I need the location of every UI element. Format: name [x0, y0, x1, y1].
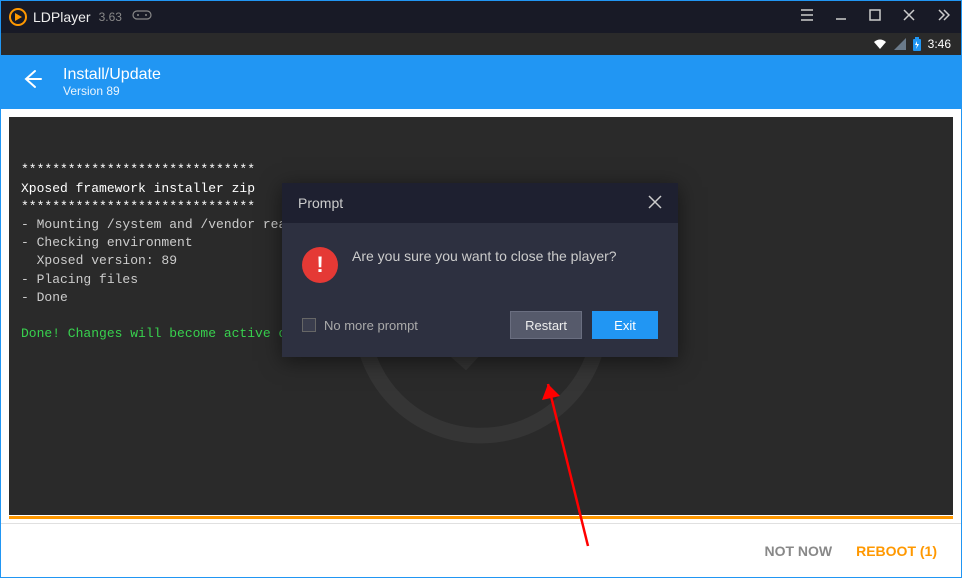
header-text-block: Install/Update Version 89 — [63, 66, 161, 98]
dialog-actions: Restart Exit — [510, 311, 658, 339]
term-line: - Placing files — [21, 272, 138, 287]
android-statusbar: 3:46 — [1, 33, 961, 55]
term-title: Xposed framework installer zip — [21, 181, 255, 196]
footer-bar: NOT NOW REBOOT (1) — [1, 523, 961, 577]
titlebar-controls — [797, 8, 953, 27]
wifi-icon — [872, 38, 888, 50]
dialog-header: Prompt — [282, 183, 678, 223]
page-title: Install/Update — [63, 66, 161, 84]
warning-icon: ! — [302, 247, 338, 283]
chevron-right-icon[interactable] — [933, 8, 953, 27]
controller-icon — [132, 8, 152, 27]
checkbox-icon[interactable] — [302, 318, 316, 332]
maximize-icon[interactable] — [865, 8, 885, 27]
signal-icon — [894, 38, 906, 50]
no-more-prompt-checkbox[interactable]: No more prompt — [302, 318, 418, 333]
not-now-button[interactable]: NOT NOW — [764, 543, 832, 559]
reboot-button[interactable]: REBOOT (1) — [856, 543, 937, 559]
term-done-line: Done! Changes will become active on r — [21, 326, 310, 341]
term-stars-top: ****************************** — [21, 162, 255, 177]
restart-button[interactable]: Restart — [510, 311, 582, 339]
close-icon[interactable] — [899, 8, 919, 27]
term-stars-bottom: ****************************** — [21, 199, 255, 214]
dialog-footer: No more prompt Restart Exit — [282, 299, 678, 357]
app-name: LDPlayer — [33, 9, 91, 25]
exit-button[interactable]: Exit — [592, 311, 658, 339]
dialog-title: Prompt — [298, 195, 343, 211]
back-arrow-icon[interactable] — [21, 68, 43, 96]
clock-time: 3:46 — [928, 37, 951, 51]
checkbox-label: No more prompt — [324, 318, 418, 333]
page-subtitle: Version 89 — [63, 84, 161, 98]
page-header: Install/Update Version 89 — [1, 55, 961, 109]
dialog-close-icon[interactable] — [648, 193, 662, 214]
titlebar: LDPlayer 3.63 — [1, 1, 961, 33]
menu-icon[interactable] — [797, 8, 817, 27]
battery-icon — [912, 37, 922, 51]
app-version: 3.63 — [99, 10, 122, 24]
titlebar-left: LDPlayer 3.63 — [9, 8, 152, 27]
dialog-body: ! Are you sure you want to close the pla… — [282, 223, 678, 299]
dialog-message: Are you sure you want to close the playe… — [352, 247, 617, 267]
minimize-icon[interactable] — [831, 8, 851, 27]
term-line: - Done — [21, 290, 68, 305]
prompt-dialog: Prompt ! Are you sure you want to close … — [282, 183, 678, 357]
term-line: - Checking environment — [21, 235, 193, 250]
term-line: Xposed version: 89 — [21, 253, 177, 268]
ldplayer-logo-icon — [9, 8, 27, 26]
